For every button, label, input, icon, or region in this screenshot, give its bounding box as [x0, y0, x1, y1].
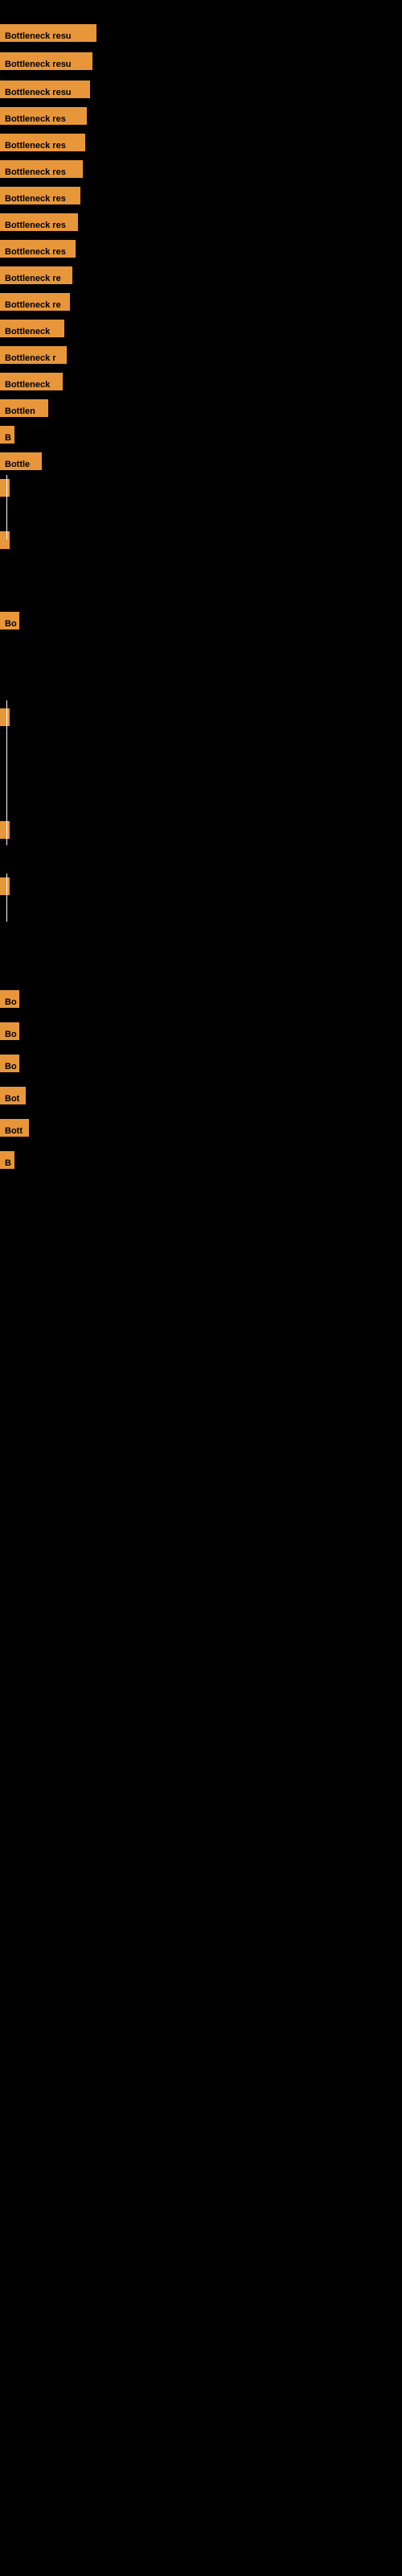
bottleneck-label-26[interactable]: Bo	[0, 1055, 19, 1072]
bottleneck-label-8[interactable]: Bottleneck res	[0, 213, 78, 231]
bottleneck-label-29[interactable]: B	[0, 1151, 14, 1169]
bottleneck-label-11[interactable]: Bottleneck re	[0, 293, 70, 311]
bottleneck-label-24[interactable]: Bo	[0, 990, 19, 1008]
bottleneck-label-23[interactable]	[0, 877, 10, 895]
vertical-line-3	[6, 873, 7, 922]
bottleneck-label-1[interactable]: Bottleneck resu	[0, 24, 96, 42]
bottleneck-label-13[interactable]: Bottleneck r	[0, 346, 67, 364]
bottleneck-label-20[interactable]: Bo	[0, 612, 19, 630]
bottleneck-label-19[interactable]	[0, 531, 10, 549]
bottleneck-label-28[interactable]: Bott	[0, 1119, 29, 1137]
bottleneck-label-25[interactable]: Bo	[0, 1022, 19, 1040]
bottleneck-label-22[interactable]	[0, 821, 10, 839]
bottleneck-label-27[interactable]: Bot	[0, 1087, 26, 1104]
bottleneck-label-18[interactable]	[0, 479, 10, 497]
bottleneck-label-17[interactable]: Bottle	[0, 452, 42, 470]
bottleneck-label-4[interactable]: Bottleneck res	[0, 107, 87, 125]
bottleneck-label-15[interactable]: Bottlen	[0, 399, 48, 417]
bottleneck-label-12[interactable]: Bottleneck	[0, 320, 64, 337]
vertical-line-1	[6, 475, 7, 539]
bottleneck-label-9[interactable]: Bottleneck res	[0, 240, 76, 258]
bottleneck-label-2[interactable]: Bottleneck resu	[0, 52, 92, 70]
bottleneck-label-16[interactable]: B	[0, 426, 14, 444]
vertical-line-2	[6, 700, 7, 845]
bottleneck-label-6[interactable]: Bottleneck res	[0, 160, 83, 178]
bottleneck-label-21[interactable]	[0, 708, 10, 726]
bottleneck-label-14[interactable]: Bottleneck	[0, 373, 63, 390]
bottleneck-label-7[interactable]: Bottleneck res	[0, 187, 80, 204]
bottleneck-label-10[interactable]: Bottleneck re	[0, 266, 72, 284]
bottleneck-label-5[interactable]: Bottleneck res	[0, 134, 85, 151]
bottleneck-label-3[interactable]: Bottleneck resu	[0, 80, 90, 98]
